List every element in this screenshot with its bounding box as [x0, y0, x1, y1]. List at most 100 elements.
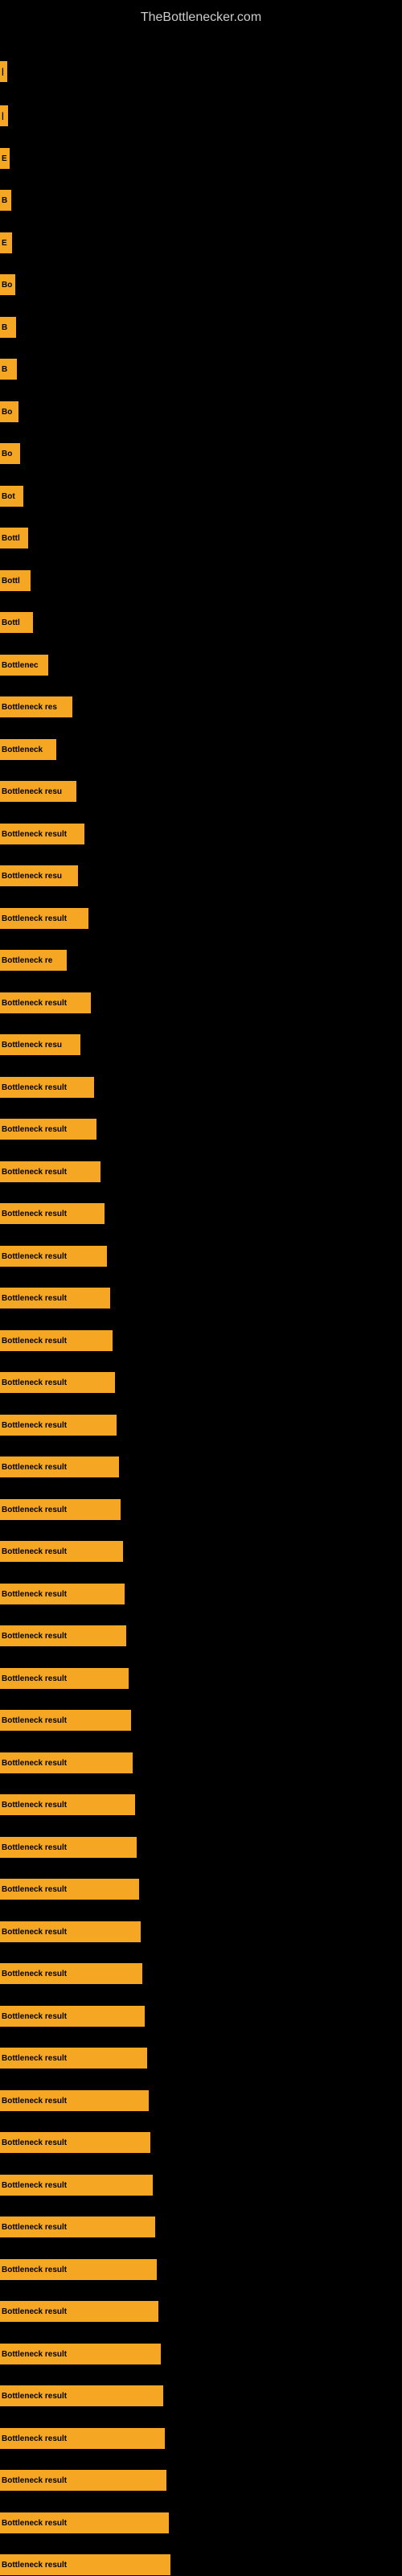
bar-label: Bottleneck result — [2, 1421, 67, 1430]
bar-row: Bottleneck result — [0, 1540, 402, 1563]
bar-row: Bottleneck result — [0, 1161, 402, 1183]
bar-row: B — [0, 358, 402, 380]
bar-label: Bottleneck result — [2, 1547, 67, 1556]
bar-label: Bottlenec — [2, 661, 39, 670]
bar-row: Bottleneck resu — [0, 1033, 402, 1056]
bar-label: Bo — [2, 281, 12, 290]
bar-row: Bottleneck result — [0, 1118, 402, 1140]
bar-label: Bottleneck result — [2, 1928, 67, 1937]
bar-label: Bottleneck result — [2, 2223, 67, 2232]
bar-label: Bottleneck result — [2, 2519, 67, 2528]
bar-fill: Bottleneck result — [0, 2344, 161, 2364]
bar-row: Bottleneck result — [0, 2005, 402, 2028]
bar-fill: Bottleneck result — [0, 992, 91, 1013]
bar-fill: Bottl — [0, 528, 28, 548]
bar-fill: Bottleneck result — [0, 1456, 119, 1477]
bar-fill: Bottleneck — [0, 739, 56, 760]
bar-label: Bottleneck result — [2, 1463, 67, 1472]
bar-fill: E — [0, 232, 12, 253]
bar-label: Bottleneck result — [2, 1843, 67, 1852]
bar-fill: Bottleneck result — [0, 1921, 141, 1942]
bar-fill: Bottleneck result — [0, 1541, 123, 1562]
bar-row: Bottleneck result — [0, 907, 402, 930]
bar-row: Bottleneck result — [0, 1456, 402, 1478]
bar-label: Bottleneck result — [2, 1801, 67, 1810]
bar-fill: Bottleneck result — [0, 1119, 96, 1140]
bar-label: Bo — [2, 408, 12, 417]
bar-label: Bottleneck res — [2, 703, 57, 712]
bar-row: Bottleneck result — [0, 2343, 402, 2365]
bar-label: Bottl — [2, 618, 20, 627]
bar-row: Bottleneck result — [0, 992, 402, 1014]
bar-label: Bottleneck result — [2, 2561, 67, 2570]
bar-fill: Bottleneck res — [0, 696, 72, 717]
bar-label: B — [2, 365, 7, 374]
bar-fill: Bottleneck result — [0, 1584, 125, 1604]
bar-row: Bottleneck result — [0, 2385, 402, 2407]
bar-fill: Bottleneck result — [0, 2301, 158, 2322]
bar-fill: Bottleneck result — [0, 1794, 135, 1815]
bar-row: Bottleneck result — [0, 1371, 402, 1394]
bar-label: Bottl — [2, 534, 20, 543]
bar-label: Bottleneck result — [2, 1378, 67, 1387]
bar-label: Bottleneck result — [2, 1674, 67, 1683]
bar-row: Bottleneck result — [0, 1202, 402, 1225]
bar-fill: Bottleneck resu — [0, 865, 78, 886]
bar-fill: Bo — [0, 274, 15, 295]
bar-label: Bottleneck result — [2, 1759, 67, 1768]
bar-fill: Bottlenec — [0, 655, 48, 676]
bar-row: Bottleneck resu — [0, 780, 402, 803]
bar-row: Bottleneck resu — [0, 865, 402, 887]
bar-label: Bottleneck result — [2, 2307, 67, 2316]
bar-row: Bottleneck result — [0, 1878, 402, 1900]
bar-fill: Bottleneck result — [0, 2512, 169, 2533]
bar-label: Bottleneck resu — [2, 1041, 62, 1050]
bar-row: Bottleneck result — [0, 1625, 402, 1647]
bar-row: Bottleneck result — [0, 1287, 402, 1309]
bar-label: Bottleneck resu — [2, 787, 62, 796]
bar-fill: Bottleneck result — [0, 2385, 163, 2406]
bar-row: Bottleneck result — [0, 2047, 402, 2069]
bar-label: Bottleneck result — [2, 2097, 67, 2106]
bar-label: Bo — [2, 450, 12, 458]
bar-row: Bottleneck res — [0, 696, 402, 718]
bar-fill: Bottleneck result — [0, 1161, 100, 1182]
bar-label: Bottleneck result — [2, 2350, 67, 2359]
bar-fill: Bottleneck result — [0, 2554, 170, 2575]
bar-label: Bottleneck result — [2, 1885, 67, 1894]
bar-row: Bottleneck result — [0, 1583, 402, 1605]
bar-label: Bottleneck result — [2, 2266, 67, 2274]
bar-fill: B — [0, 359, 17, 380]
bar-fill: Bo — [0, 401, 18, 422]
bar-fill: | — [0, 105, 8, 126]
bar-fill: Bot — [0, 486, 23, 507]
bar-row: Bottleneck re — [0, 949, 402, 972]
bar-fill: Bottleneck result — [0, 1668, 129, 1689]
bar-row: Bo — [0, 273, 402, 296]
bar-fill: Bottleneck result — [0, 2048, 147, 2069]
bar-label: Bottleneck result — [2, 1970, 67, 1978]
bar-fill: Bottleneck resu — [0, 781, 76, 802]
bar-label: Bottleneck result — [2, 2012, 67, 2021]
bar-label: Bottleneck result — [2, 2054, 67, 2063]
bar-row: Bo — [0, 401, 402, 423]
bar-label: Bottleneck result — [2, 1716, 67, 1725]
bar-label: Bottleneck result — [2, 2138, 67, 2147]
bar-row: Bottleneck result — [0, 1836, 402, 1859]
bar-fill: Bottleneck result — [0, 1288, 110, 1309]
bar-label: Bottleneck re — [2, 956, 52, 965]
bar-row: Bottleneck result — [0, 2216, 402, 2238]
bar-label: B — [2, 196, 7, 205]
bar-label: Bottleneck result — [2, 2392, 67, 2401]
bar-row: Bottleneck result — [0, 1962, 402, 1985]
bar-row: Bottleneck result — [0, 1709, 402, 1732]
bar-row: Bottleneck result — [0, 1752, 402, 1774]
bar-fill: Bottleneck result — [0, 1246, 107, 1267]
bar-row: E — [0, 147, 402, 170]
bar-fill: Bottleneck result — [0, 1372, 115, 1393]
bar-label: Bottleneck result — [2, 1590, 67, 1599]
bar-fill: Bottleneck result — [0, 2090, 149, 2111]
bar-fill: Bottleneck result — [0, 2175, 153, 2196]
bar-fill: Bottleneck result — [0, 1879, 139, 1900]
bar-label: Bottleneck result — [2, 1252, 67, 1261]
